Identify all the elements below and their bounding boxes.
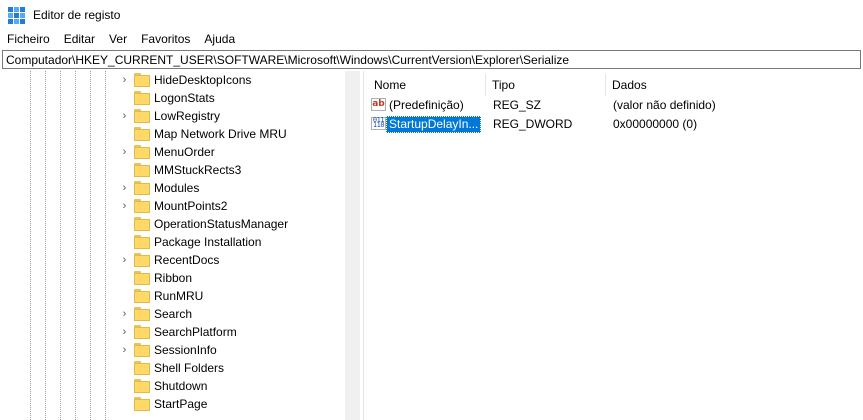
tree-item[interactable]: › Modules — [0, 179, 340, 197]
window-title: Editor de registo — [33, 8, 121, 22]
menu-bar: Ficheiro Editar Ver Favoritos Ajuda — [0, 30, 863, 48]
folder-icon — [134, 325, 150, 339]
tree-item-label: MenuOrder — [154, 145, 215, 159]
chevron-right-icon[interactable]: › — [120, 107, 129, 125]
column-header-name[interactable]: Nome — [374, 74, 406, 96]
tree-item[interactable]: Shell Folders — [0, 359, 340, 377]
folder-icon — [134, 379, 150, 393]
menu-ficheiro[interactable]: Ficheiro — [0, 32, 57, 46]
chevron-right-icon[interactable]: › — [120, 251, 129, 269]
tree-item-label: MountPoints2 — [154, 199, 228, 213]
address-bar[interactable]: Computador\HKEY_CURRENT_USER\SOFTWARE\Mi… — [2, 50, 861, 69]
folder-icon — [134, 73, 150, 87]
folder-icon — [134, 343, 150, 357]
folder-icon — [134, 235, 150, 249]
value-name[interactable]: StartupDelayIn... — [386, 115, 482, 133]
tree-item[interactable]: › RecentDocs — [0, 251, 340, 269]
column-separator[interactable] — [485, 74, 486, 96]
value-row[interactable]: ab (Predefinição) REG_SZ (valor não defi… — [366, 96, 863, 114]
chevron-right-icon[interactable]: › — [120, 341, 129, 359]
tree-item[interactable]: Package Installation — [0, 233, 340, 251]
folder-icon — [134, 361, 150, 375]
column-header-type[interactable]: Tipo — [492, 74, 515, 96]
tree-item-label: Search — [154, 307, 193, 321]
tree-item-label: LowRegistry — [154, 109, 221, 123]
chevron-right-icon[interactable]: › — [120, 143, 129, 161]
menu-favoritos[interactable]: Favoritos — [134, 32, 197, 46]
tree-scrollbar[interactable] — [345, 71, 360, 420]
folder-icon — [134, 289, 150, 303]
folder-icon — [134, 271, 150, 285]
folder-icon — [134, 91, 150, 105]
tree-item[interactable]: › MenuOrder — [0, 143, 340, 161]
tree-item[interactable]: › SessionInfo — [0, 341, 340, 359]
tree-item[interactable]: › HideDesktopIcons — [0, 71, 340, 89]
tree-item-label: Shell Folders — [154, 361, 225, 375]
tree-item[interactable]: Ribbon — [0, 269, 340, 287]
tree-item-label: OperationStatusManager — [154, 217, 289, 231]
tree-item-label: Ribbon — [154, 271, 193, 285]
tree-item[interactable]: Shutdown — [0, 377, 340, 395]
dword-value-icon: 011 110 — [371, 116, 386, 130]
folder-icon — [134, 253, 150, 267]
tree-item-label: SearchPlatform — [154, 325, 237, 339]
string-value-icon: ab — [371, 98, 386, 111]
value-row-selected[interactable]: 011 110 StartupDelayIn... REG_DWORD 0x000… — [366, 115, 863, 133]
tree-item[interactable]: › MountPoints2 — [0, 197, 340, 215]
folder-icon — [134, 217, 150, 231]
folder-icon — [134, 163, 150, 177]
chevron-right-icon[interactable]: › — [120, 197, 129, 215]
value-name: (Predefinição) — [389, 98, 464, 112]
tree-item-label: HideDesktopIcons — [154, 73, 252, 87]
value-data: 0x00000000 (0) — [613, 117, 698, 131]
tree-item[interactable]: Map Network Drive MRU — [0, 125, 340, 143]
chevron-right-icon[interactable]: › — [120, 323, 129, 341]
value-type: REG_SZ — [493, 98, 542, 112]
registry-key-tree[interactable]: › HideDesktopIcons LogonStats › LowRegistry M… — [0, 71, 360, 420]
tree-item-label: Package Installation — [154, 235, 262, 249]
tree-item-label: MMStuckRects3 — [154, 163, 242, 177]
chevron-right-icon[interactable]: › — [120, 71, 129, 89]
menu-editar[interactable]: Editar — [57, 32, 102, 46]
tree-item[interactable]: OperationStatusManager — [0, 215, 340, 233]
chevron-right-icon[interactable]: › — [120, 179, 129, 197]
pane-splitter[interactable] — [363, 71, 364, 420]
tree-item-label: SessionInfo — [154, 343, 217, 357]
folder-icon — [134, 307, 150, 321]
title-bar: Editor de registo — [0, 0, 863, 30]
chevron-right-icon[interactable]: › — [120, 305, 129, 323]
value-name-cell: StartupDelayIn... — [386, 115, 482, 133]
menu-ver[interactable]: Ver — [102, 32, 134, 46]
column-header-data[interactable]: Dados — [612, 74, 647, 96]
values-list[interactable]: Nome Tipo Dados ab (Predefinição) REG_SZ… — [366, 71, 863, 420]
folder-icon — [134, 109, 150, 123]
tree-item-label: Shutdown — [154, 379, 208, 393]
folder-icon — [134, 199, 150, 213]
tree-item[interactable]: LogonStats — [0, 89, 340, 107]
address-path[interactable]: Computador\HKEY_CURRENT_USER\SOFTWARE\Mi… — [6, 53, 569, 67]
value-data: (valor não definido) — [613, 98, 716, 112]
tree-item-label: StartPage — [154, 397, 208, 411]
folder-icon — [134, 127, 150, 141]
tree-item-label: RunMRU — [154, 289, 204, 303]
tree-item-label: Modules — [154, 181, 200, 195]
tree-item[interactable]: › SearchPlatform — [0, 323, 340, 341]
value-type: REG_DWORD — [493, 117, 573, 131]
tree-item-label: Map Network Drive MRU — [154, 127, 287, 141]
tree-item-label: RecentDocs — [154, 253, 220, 267]
tree-item[interactable]: › LowRegistry — [0, 107, 340, 125]
tree-item[interactable]: StartPage — [0, 395, 340, 413]
folder-icon — [134, 181, 150, 195]
tree-item[interactable]: MMStuckRects3 — [0, 161, 340, 179]
column-separator[interactable] — [605, 74, 606, 96]
tree-item[interactable]: RunMRU — [0, 287, 340, 305]
tree-item-label: LogonStats — [154, 91, 215, 105]
menu-ajuda[interactable]: Ajuda — [197, 32, 242, 46]
folder-icon — [134, 145, 150, 159]
registry-editor-icon — [8, 7, 25, 24]
tree-item[interactable]: › Search — [0, 305, 340, 323]
folder-icon — [134, 397, 150, 411]
